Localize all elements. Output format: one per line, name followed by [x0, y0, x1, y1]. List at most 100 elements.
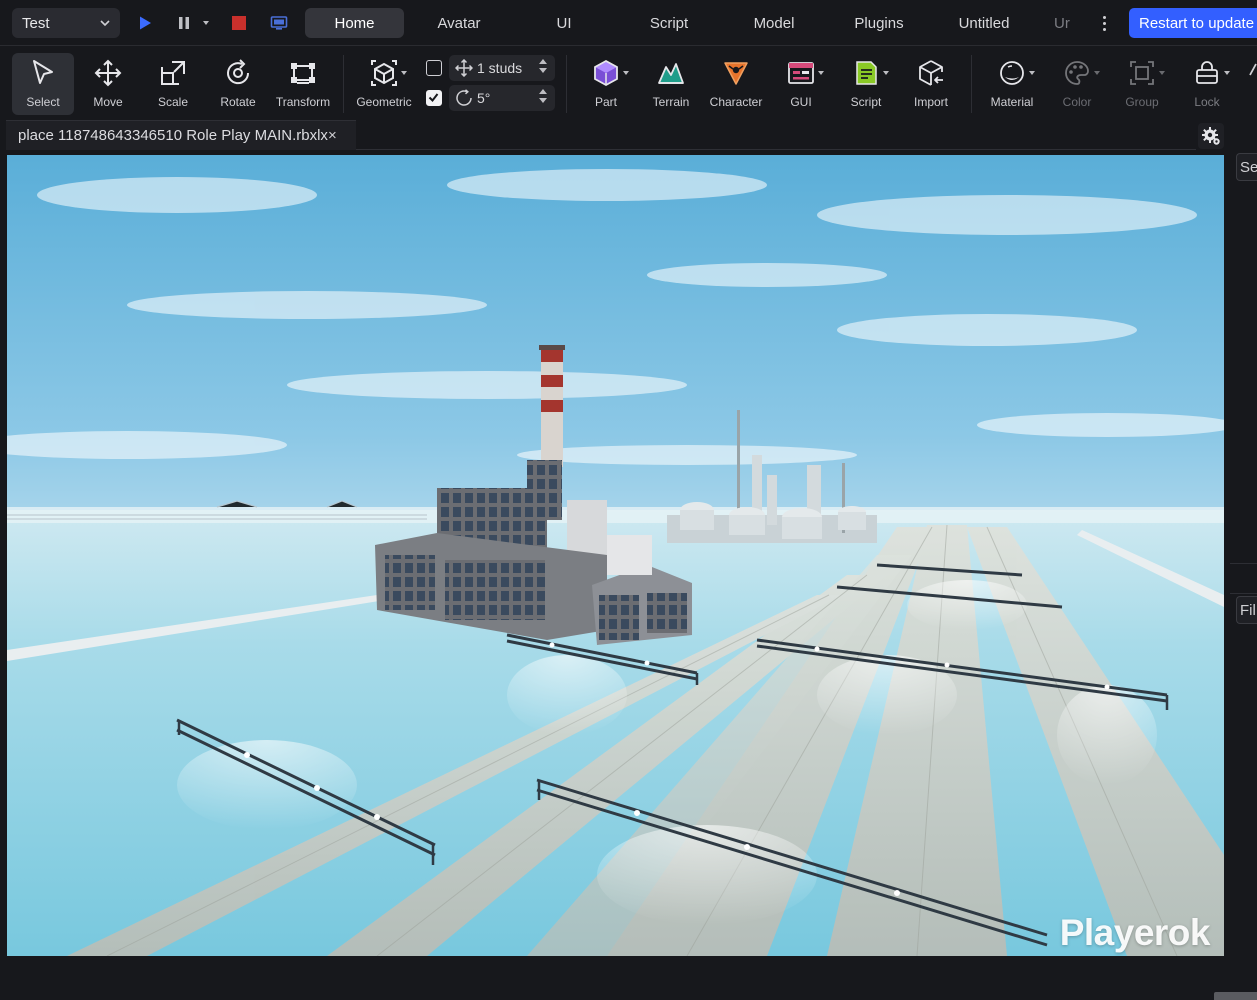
- terrain-icon: [655, 56, 687, 90]
- panel-divider: [1230, 563, 1257, 564]
- part-dropdown-caret-icon[interactable]: [623, 71, 629, 75]
- character-icon: [720, 56, 752, 90]
- group-icon: [1126, 56, 1158, 90]
- monitor-icon[interactable]: [267, 11, 291, 35]
- move-snap-checkbox[interactable]: [426, 60, 442, 76]
- gui-icon: [785, 56, 817, 90]
- import-icon: [915, 56, 947, 90]
- mode-select-value: Test: [22, 14, 50, 32]
- tab-overflow[interactable]: Ur: [1054, 8, 1080, 38]
- group-tool-label: Group: [1125, 95, 1159, 109]
- scrollbar-thumb[interactable]: [1214, 992, 1257, 1000]
- character-tool-button[interactable]: Character: [705, 53, 767, 115]
- material-icon: [996, 56, 1028, 90]
- script-dropdown-caret-icon[interactable]: [883, 71, 889, 75]
- tab-bar-divider: [356, 149, 1196, 150]
- tab-plugins[interactable]: Plugins: [842, 8, 916, 38]
- part-tool-label: Part: [594, 95, 617, 109]
- transform-icon: [287, 56, 319, 90]
- tab-avatar[interactable]: Avatar: [420, 8, 498, 38]
- script-tool-label: Script: [850, 95, 882, 109]
- move-snap-icon: [453, 59, 475, 77]
- material-tool-button[interactable]: Material: [981, 53, 1043, 115]
- bottom-bar: [0, 956, 1257, 1000]
- tab-ui-label: UI: [556, 14, 572, 32]
- geometric-tool-label: Geometric: [356, 95, 412, 109]
- rotate-snap-stepper[interactable]: 5°: [449, 85, 555, 111]
- overflow-tool-icon[interactable]: [1244, 61, 1257, 85]
- rotate-snap-icon: [453, 89, 475, 107]
- properties-filter-stub: Fil: [1240, 601, 1256, 619]
- explorer-panel-edge: [1228, 152, 1257, 956]
- part-tool-button[interactable]: Part: [575, 53, 637, 115]
- rotate-snap-checkbox[interactable]: [426, 90, 442, 106]
- part-cube-icon: [590, 56, 622, 90]
- top-bar: Test Home Avatar UI Script Model Plugins…: [0, 0, 1257, 46]
- rotate-icon: [222, 56, 254, 90]
- lock-tool-label: Lock: [1194, 95, 1220, 109]
- terrain-tool-button[interactable]: Terrain: [640, 53, 702, 115]
- geometric-tool-button[interactable]: Geometric: [353, 53, 415, 115]
- tab-ui[interactable]: UI: [540, 8, 588, 38]
- tab-untitled[interactable]: Untitled: [948, 8, 1020, 38]
- script-icon: [850, 56, 882, 90]
- material-dropdown-caret-icon[interactable]: [1029, 71, 1035, 75]
- tab-overflow-label: Ur: [1054, 14, 1070, 32]
- lock-dropdown-caret-icon[interactable]: [1224, 71, 1230, 75]
- color-tool-button[interactable]: Color: [1046, 53, 1108, 115]
- import-tool-button[interactable]: Import: [900, 53, 962, 115]
- pause-dropdown-caret-icon[interactable]: [203, 21, 209, 25]
- mode-select[interactable]: Test: [12, 8, 120, 38]
- gui-tool-button[interactable]: GUI: [770, 53, 832, 115]
- rotate-snap-value: 5°: [477, 90, 491, 106]
- chevron-down-icon: [99, 16, 111, 33]
- properties-filter-input[interactable]: Fil: [1236, 596, 1257, 624]
- panel-divider: [1230, 593, 1257, 594]
- scale-icon: [157, 56, 189, 90]
- 3d-viewport[interactable]: Playerok: [7, 155, 1224, 956]
- scene-render: [7, 155, 1224, 956]
- color-dropdown-caret-icon[interactable]: [1094, 71, 1100, 75]
- gui-dropdown-caret-icon[interactable]: [818, 71, 824, 75]
- play-icon[interactable]: [133, 11, 157, 35]
- restart-to-update-button[interactable]: Restart to update: [1129, 8, 1257, 38]
- move-snap-arrows-icon[interactable]: [539, 59, 547, 73]
- ribbon-divider: [971, 55, 972, 113]
- ribbon-divider: [566, 55, 567, 113]
- lock-icon: [1191, 56, 1223, 90]
- gear-icon[interactable]: [1198, 123, 1224, 149]
- explorer-search-stub: Se: [1240, 158, 1257, 176]
- cursor-icon: [27, 56, 59, 90]
- rotate-snap-arrows-icon[interactable]: [539, 89, 547, 103]
- color-tool-label: Color: [1062, 95, 1092, 109]
- rotate-tool-button[interactable]: Rotate: [207, 53, 269, 115]
- select-tool-button[interactable]: Select: [12, 53, 74, 115]
- document-tab[interactable]: place 118748643346510 Role Play MAIN.rbx…: [6, 120, 356, 150]
- ribbon-toolbar: Select Move Scale Rotate Transform Geome…: [0, 47, 1257, 119]
- stop-icon[interactable]: [227, 11, 251, 35]
- transform-tool-button[interactable]: Transform: [272, 53, 334, 115]
- tab-avatar-label: Avatar: [437, 14, 481, 32]
- group-dropdown-caret-icon[interactable]: [1159, 71, 1165, 75]
- ribbon-divider: [343, 55, 344, 113]
- tab-model-label: Model: [753, 14, 795, 32]
- close-icon[interactable]: ×: [328, 127, 337, 144]
- move-snap-stepper[interactable]: 1 studs: [449, 55, 555, 81]
- tab-model[interactable]: Model: [740, 8, 808, 38]
- tab-script[interactable]: Script: [636, 8, 702, 38]
- more-options-icon[interactable]: [1094, 11, 1114, 35]
- group-tool-button[interactable]: Group: [1111, 53, 1173, 115]
- scale-tool-label: Scale: [157, 95, 189, 109]
- color-palette-icon: [1061, 56, 1093, 90]
- restart-to-update-label: Restart to update: [1139, 14, 1255, 32]
- move-tool-button[interactable]: Move: [77, 53, 139, 115]
- explorer-search-input[interactable]: Se: [1236, 153, 1257, 181]
- scale-tool-button[interactable]: Scale: [142, 53, 204, 115]
- document-tab-title: place 118748643346510 Role Play MAIN.rbx…: [18, 127, 328, 144]
- tab-plugins-label: Plugins: [854, 14, 904, 32]
- tab-home[interactable]: Home: [305, 8, 404, 38]
- script-tool-button[interactable]: Script: [835, 53, 897, 115]
- geometric-dropdown-caret-icon[interactable]: [401, 71, 407, 75]
- lock-tool-button[interactable]: Lock: [1176, 53, 1238, 115]
- pause-icon[interactable]: [172, 11, 196, 35]
